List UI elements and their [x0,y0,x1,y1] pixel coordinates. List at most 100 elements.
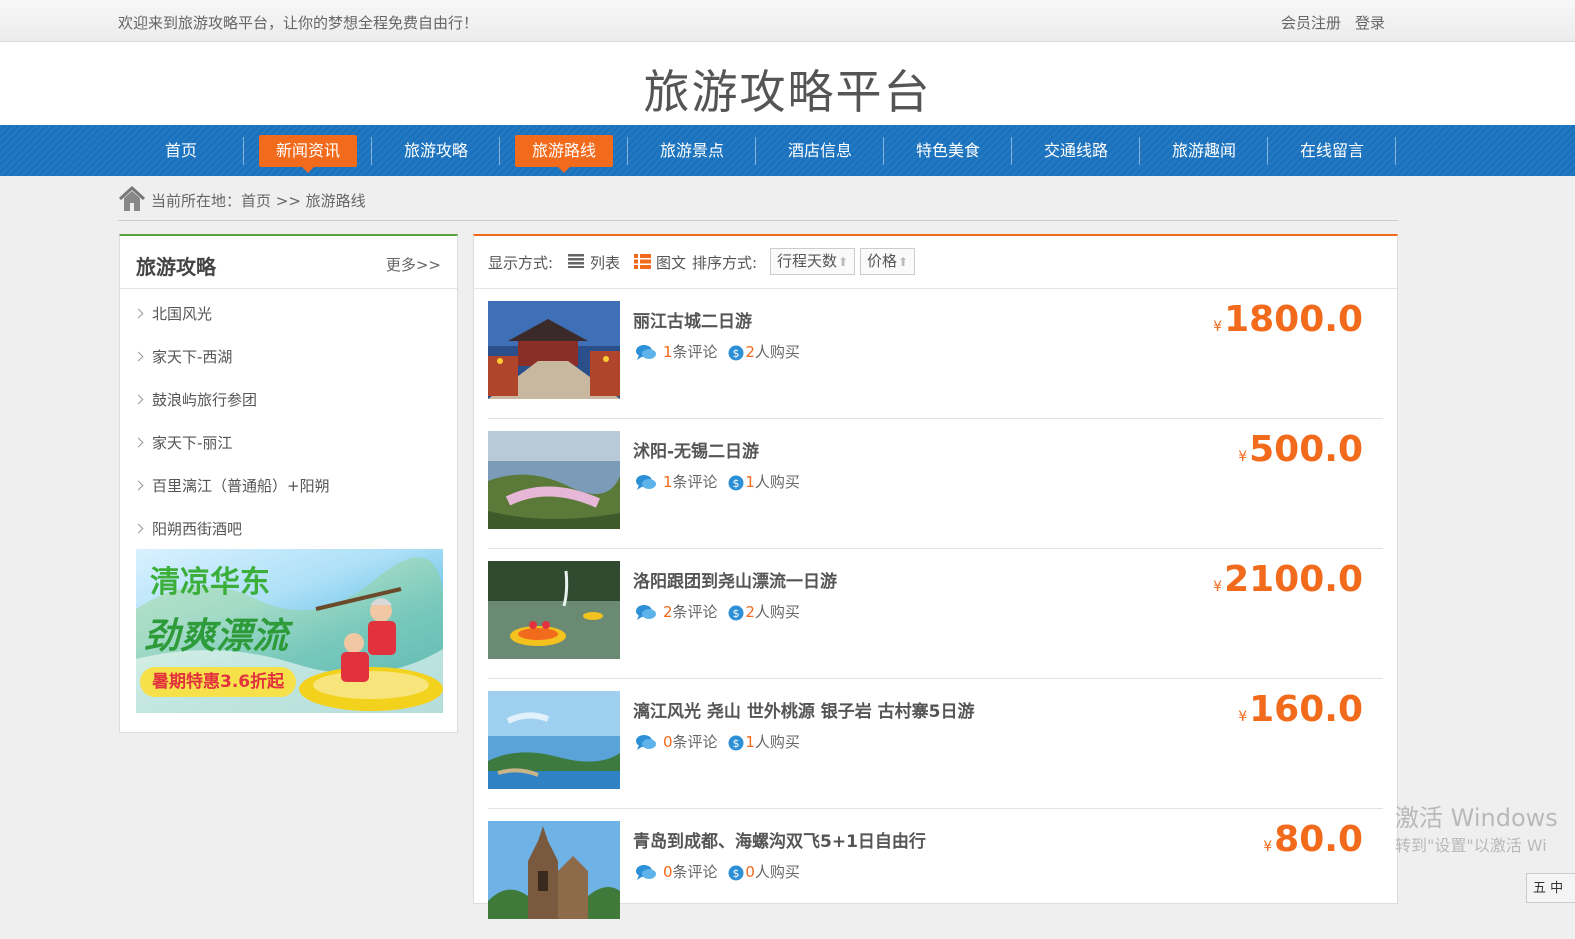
sidebar-item[interactable]: 鼓浪屿旅行参团 [120,379,457,422]
dollar-icon: $ [728,475,744,490]
chevron-right-icon [133,308,144,319]
banner-promo-badge: 暑期特惠3.6折起 [140,667,297,697]
nav-item-food[interactable]: 特色美食 [884,125,1012,176]
route-photo [488,431,620,529]
nav-divider [1395,137,1396,165]
sidebar-item[interactable]: 家天下-西湖 [120,336,457,379]
nav-item-hotels[interactable]: 酒店信息 [756,125,884,176]
route-price: ¥160.0 [1238,689,1363,730]
route-title[interactable]: 丽江古城二日游 [633,307,752,332]
route-meta: 1条评论 $2人购买 [635,341,800,362]
sort-label: 排序方式: [692,254,758,272]
site-header: 旅游攻略平台 [0,42,1575,125]
nav-item-anecdotes[interactable]: 旅游趣闻 [1140,125,1268,176]
sort-by-days-button[interactable]: 行程天数⬆ [770,248,856,275]
comment-icon [636,344,656,360]
main-nav: 首页 新闻资讯 旅游攻略 旅游路线 旅游景点 酒店信息 特色美食 交通线路 旅游… [0,125,1575,176]
route-thumbnail[interactable] [488,561,620,659]
chevron-right-icon [133,351,144,362]
welcome-text: 欢迎来到旅游攻略平台，让你的梦想全程免费自由行！ [118,14,479,32]
banner-subheadline: 劲爽漂流 [144,615,289,657]
nav-item-transport[interactable]: 交通线路 [1012,125,1140,176]
dollar-icon: $ [728,345,744,360]
nav-item-attractions[interactable]: 旅游景点 [628,125,756,176]
list-view-icon[interactable] [568,254,584,268]
login-link[interactable]: 登录 [1355,14,1385,32]
svg-text:$: $ [733,347,740,360]
route-photo [488,561,620,659]
register-link[interactable]: 会员注册 [1281,14,1341,32]
chevron-right-icon [133,523,144,534]
sidebar-header: 旅游攻略 更多>> [120,236,457,289]
comment-icon [636,864,656,880]
sidebar-list: 北国风光 家天下-西湖 鼓浪屿旅行参团 家天下-丽江 百里漓江（普通船）+阳朔 … [120,289,457,551]
sidebar-item[interactable]: 家天下-丽江 [120,422,457,465]
chevron-right-icon [133,437,144,448]
image-text-view-icon[interactable] [634,254,651,269]
route-thumbnail[interactable] [488,301,620,399]
route-item[interactable]: 青岛到成都、海螺沟双飞5+1日自由行 0条评论 $0人购买 ¥80.0 [488,809,1383,939]
route-photo [488,691,620,789]
image-text-view-button[interactable]: 图文 [656,252,686,273]
route-item[interactable]: 漓江风光 尧山 世外桃源 银子岩 古村寨5日游 0条评论 $1人购买 ¥160.… [488,679,1383,809]
route-photo [488,301,620,399]
comment-icon [636,604,656,620]
sort-arrow-icon: ⬆ [898,255,909,269]
dollar-icon: $ [728,735,744,750]
comment-icon [636,474,656,490]
route-meta: 2条评论 $2人购买 [635,601,800,622]
route-title[interactable]: 洛阳跟团到尧山漂流一日游 [633,567,837,592]
sidebar-item[interactable]: 阳朔西街酒吧 [120,508,457,551]
route-item[interactable]: 沭阳-无锡二日游 1条评论 $1人购买 ¥500.0 [488,419,1383,549]
route-item[interactable]: 丽江古城二日游 1条评论 $2人购买 ¥1800.0 [488,289,1383,419]
sidebar-item[interactable]: 百里漓江（普通船）+阳朔 [120,465,457,508]
route-price: ¥2100.0 [1213,559,1363,600]
account-links: 会员注册 登录 [1281,12,1399,33]
windows-activation-hint: 转到"设置"以激活 Wi [1395,836,1547,855]
route-meta: 0条评论 $0人购买 [635,861,800,882]
rafting-promo-banner[interactable]: 清凉华东 劲爽漂流 暑期特惠3.6折起 [136,549,443,713]
svg-text:$: $ [733,737,740,750]
route-list-panel: 显示方式: 列表 图文 排序方式: 行程天数⬆ 价格⬆ 丽江古城二日游 1条评论… [473,234,1398,919]
sort-arrow-icon: ⬆ [838,255,849,269]
nav-item-home[interactable]: 首页 [117,125,245,176]
sidebar-more-link[interactable]: 更多>> [386,254,441,275]
nav-item-messages[interactable]: 在线留言 [1268,125,1396,176]
display-mode-label: 显示方式: [488,254,554,272]
sidebar-guides: 旅游攻略 更多>> 北国风光 家天下-西湖 鼓浪屿旅行参团 家天下-丽江 百里漓… [119,234,458,733]
home-icon [118,186,146,211]
route-title[interactable]: 青岛到成都、海螺沟双飞5+1日自由行 [633,827,926,852]
nav-item-routes[interactable]: 旅游路线 [500,125,628,176]
top-bar: 欢迎来到旅游攻略平台，让你的梦想全程免费自由行！ 会员注册 登录 [0,0,1575,42]
breadcrumb-text: 当前所在地：首页 >> 旅游路线 [151,192,366,210]
dollar-icon: $ [728,605,744,620]
list-toolbar: 显示方式: 列表 图文 排序方式: 行程天数⬆ 价格⬆ [474,236,1397,289]
sidebar-item[interactable]: 北国风光 [120,293,457,336]
route-item[interactable]: 洛阳跟团到尧山漂流一日游 2条评论 $2人购买 ¥2100.0 [488,549,1383,679]
list-view-button[interactable]: 列表 [590,252,620,273]
route-thumbnail[interactable] [488,821,620,919]
route-thumbnail[interactable] [488,431,620,529]
breadcrumb: 当前所在地：首页 >> 旅游路线 [118,185,1398,221]
comment-icon [636,734,656,750]
route-price: ¥500.0 [1238,429,1363,470]
chevron-right-icon [133,394,144,405]
svg-text:$: $ [733,607,740,620]
nav-item-news[interactable]: 新闻资讯 [244,125,372,176]
route-title[interactable]: 漓江风光 尧山 世外桃源 银子岩 古村寨5日游 [633,697,975,722]
sidebar-title: 旅游攻略 [136,255,216,279]
windows-activation-watermark: 激活 Windows [1395,804,1558,832]
route-title[interactable]: 沭阳-无锡二日游 [633,437,759,462]
route-price: ¥80.0 [1263,819,1363,860]
sort-by-price-button[interactable]: 价格⬆ [860,248,916,275]
site-title[interactable]: 旅游攻略平台 [0,56,1575,122]
banner-headline: 清凉华东 [150,565,270,600]
chevron-right-icon [133,480,144,491]
route-photo [488,821,620,919]
route-meta: 1条评论 $1人购买 [635,471,800,492]
svg-text:$: $ [733,867,740,880]
route-thumbnail[interactable] [488,691,620,789]
route-meta: 0条评论 $1人购买 [635,731,800,752]
route-price: ¥1800.0 [1213,299,1363,340]
nav-item-guides[interactable]: 旅游攻略 [372,125,500,176]
